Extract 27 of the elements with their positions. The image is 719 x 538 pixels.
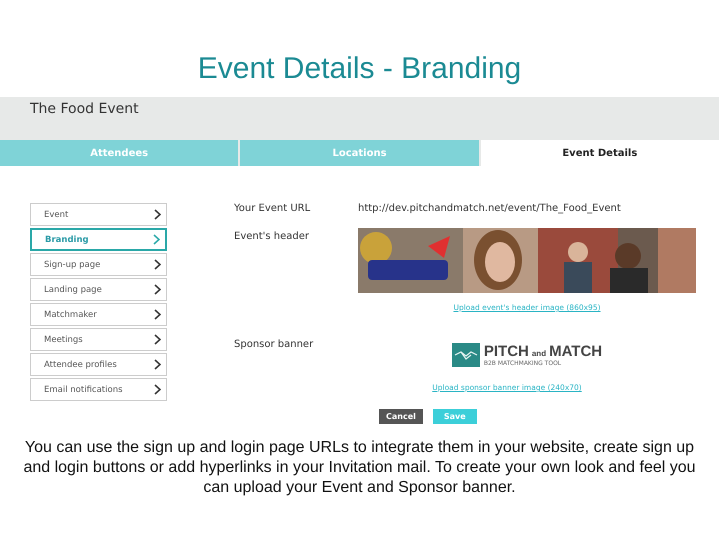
chevron-icon [154,259,161,270]
chevron-icon [154,309,161,320]
logo-word: and [532,349,546,358]
sidebar-item[interactable]: Matchmaker [30,303,167,326]
cancel-button[interactable]: Cancel [379,409,423,424]
field-label: Sponsor banner [234,339,314,352]
sidebar-item[interactable]: Sign-up page [30,253,167,276]
sidebar-item[interactable]: Meetings [30,328,167,351]
logo-word: MATCH [549,343,602,360]
chevron-icon [154,209,161,220]
slide-title: Event Details - Branding [196,51,522,87]
event-url: http://dev.pitchandmatch.net/event/The_Food_Event [358,203,621,214]
chevron-icon [154,334,161,345]
sidebar-item[interactable]: Event [30,203,167,226]
chevron-icon [154,359,161,370]
caption: You can use the sign up and login page URLs to integrate them in your website, create sign up and login buttons or add hyperlinks in your Invitation mail. To create your own look and feel you can upload your Event and Sponsor banner. [22,438,697,498]
chevron-icon [154,384,161,395]
chevron-icon [154,284,161,295]
event-name: The Food Event [30,101,139,117]
chevron-icon [153,234,160,245]
logo-word: PITCH [484,343,529,360]
tab[interactable]: Event Details [480,140,719,166]
field-label: Event's header [234,231,310,244]
sidebar-item[interactable]: Email notifications [30,378,167,401]
sidebar-item[interactable]: Attendee profiles [30,353,167,376]
field-label: Your Event URL [234,203,312,214]
sidebar-item[interactable]: Landing page [30,278,167,301]
